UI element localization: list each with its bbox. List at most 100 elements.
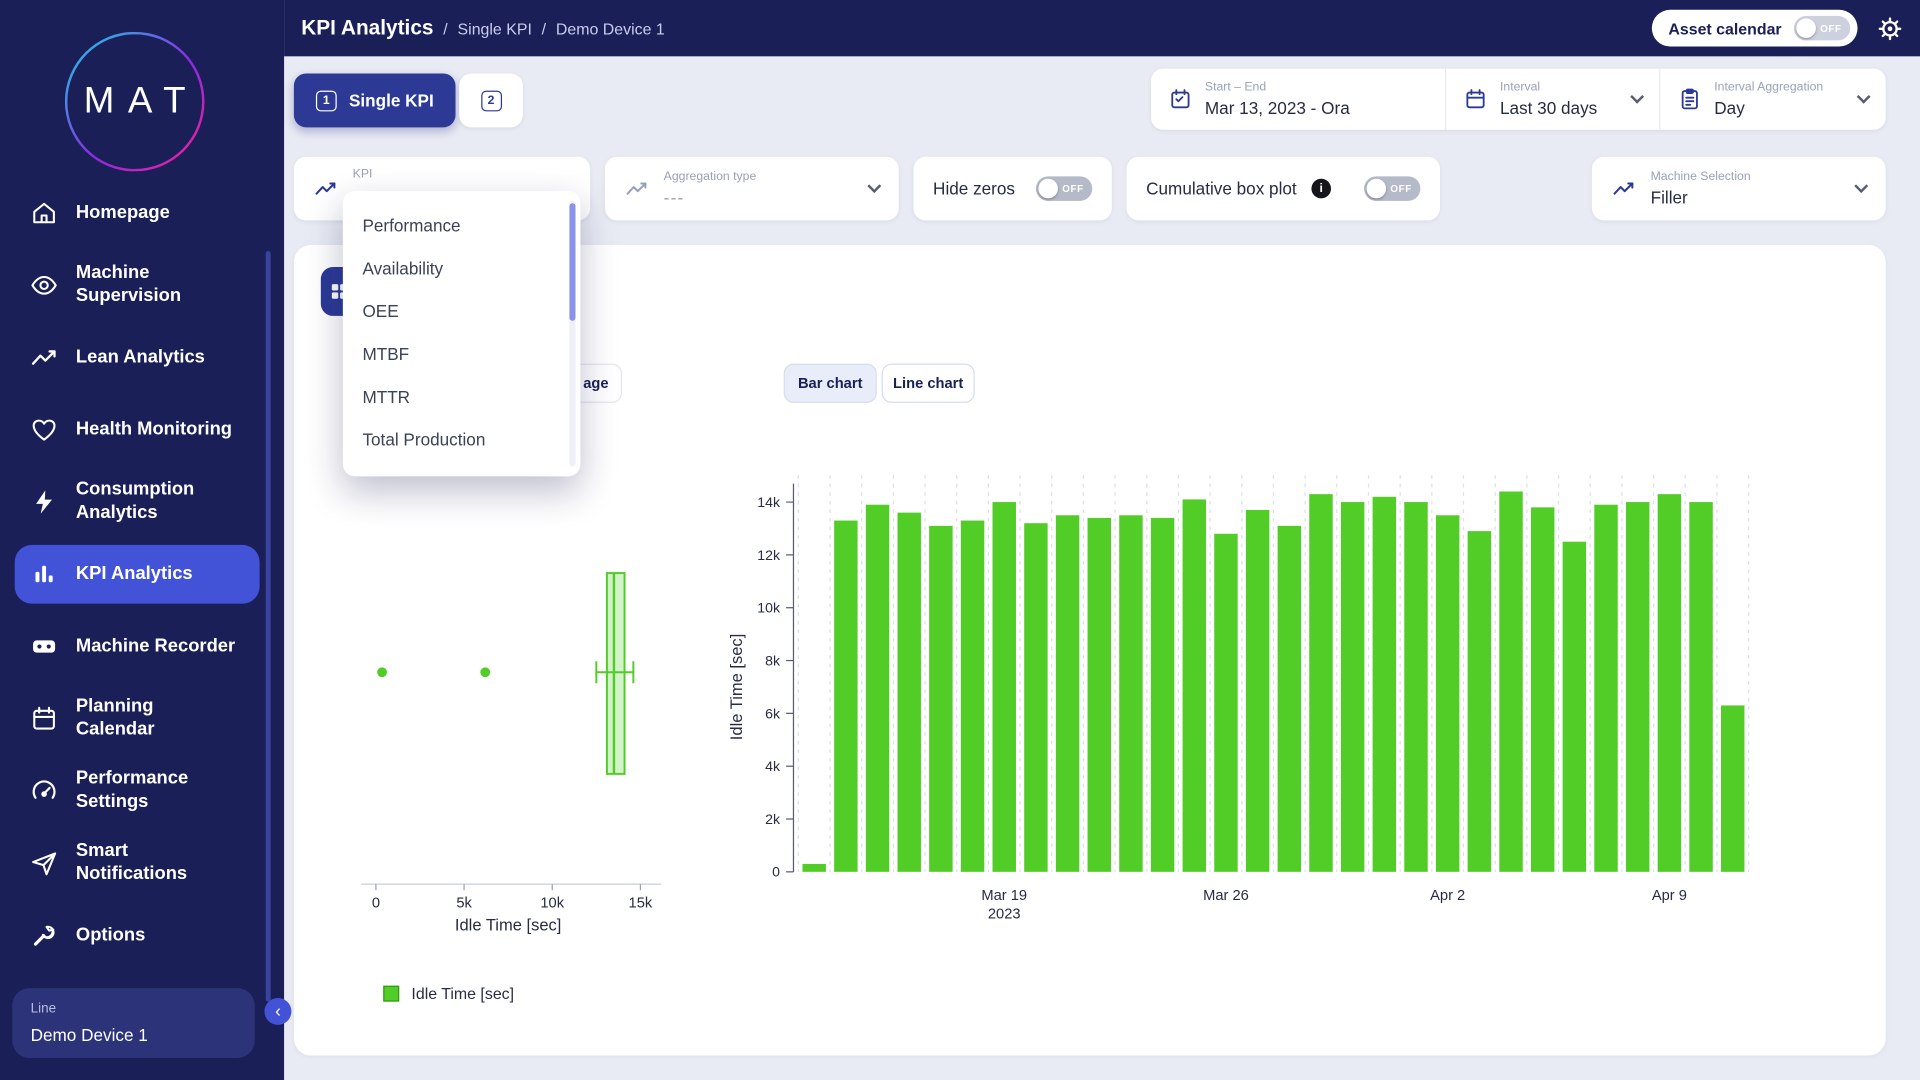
cumulative-label: Cumulative box plot	[1146, 179, 1297, 199]
kpi-option-mtbf[interactable]: MTBF	[343, 332, 581, 375]
sidebar-item-label: Planning Calendar	[76, 696, 206, 742]
calendar-icon	[1463, 87, 1487, 111]
sidebar-item-label: Smart Notifications	[76, 840, 206, 886]
eye-icon	[29, 271, 58, 300]
single-kpi-button[interactable]: 1 Single KPI	[294, 73, 456, 127]
sidebar-item-label: KPI Analytics	[76, 563, 193, 586]
sidebar-item-machine-recorder[interactable]: Machine Recorder	[15, 617, 260, 676]
svg-text:14k: 14k	[757, 494, 781, 510]
sidebar-item-options[interactable]: Options	[15, 906, 260, 965]
svg-text:Idle Time [sec]: Idle Time [sec]	[727, 634, 746, 740]
dropdown-scrollbar-thumb[interactable]	[569, 203, 575, 321]
svg-text:15k: 15k	[629, 895, 653, 911]
aggregation-type-select[interactable]: Aggregation type ---	[605, 157, 899, 221]
svg-text:Apr 2: Apr 2	[1430, 888, 1465, 904]
sidebar-item-consumption-analytics[interactable]: Consumption Analytics	[15, 473, 260, 532]
machine-selection-label: Machine Selection	[1651, 170, 1751, 183]
device-name: Demo Device 1	[31, 1025, 237, 1045]
calendar-icon	[1168, 87, 1192, 111]
interval-aggregation-select[interactable]: Interval Aggregation Day	[1659, 69, 1886, 130]
asset-calendar-pill[interactable]: Asset calendar OFF	[1651, 10, 1857, 47]
svg-text:6k: 6k	[765, 705, 781, 721]
toggle-knob	[1796, 18, 1816, 38]
breadcrumb-separator: /	[542, 19, 546, 37]
sidebar-nav: Homepage Machine Supervision Lean Analyt…	[15, 184, 260, 965]
cumulative-box-plot-control: Cumulative box plot i OFF	[1127, 157, 1440, 221]
svg-text:2k: 2k	[765, 811, 781, 827]
chevron-down-icon	[1630, 90, 1644, 104]
interval-select[interactable]: Interval Last 30 days	[1445, 69, 1659, 130]
kpi-option-availability[interactable]: Availability	[343, 246, 581, 289]
svg-text:0: 0	[772, 864, 780, 880]
multi-kpi-button[interactable]: 2	[459, 73, 523, 127]
sidebar-scrollbar[interactable]	[266, 251, 271, 1002]
interval-label: Interval	[1500, 81, 1597, 94]
kpi-option-total-production[interactable]: Total Production	[343, 418, 581, 461]
charts-canvas: 05k10k15kIdle Time [sec]02k4k6k8k10k12k1…	[294, 429, 1886, 1005]
interval-value: Last 30 days	[1500, 98, 1597, 118]
hide-zeros-toggle[interactable]: OFF	[1036, 176, 1092, 200]
hide-zeros-control: Hide zeros OFF	[913, 157, 1111, 221]
sidebar-item-label: Health Monitoring	[76, 418, 232, 441]
brand-logo: MAT	[65, 32, 205, 172]
svg-text:10k: 10k	[540, 895, 564, 911]
sidebar-item-kpi-analytics[interactable]: KPI Analytics	[15, 545, 260, 604]
sidebar-item-smart-notifications[interactable]: Smart Notifications	[15, 834, 260, 893]
svg-text:2023: 2023	[988, 906, 1021, 922]
svg-text:Apr 9: Apr 9	[1652, 888, 1687, 904]
chevron-down-icon	[867, 179, 881, 193]
kpi-option-performance[interactable]: Performance	[343, 203, 581, 246]
svg-text:12k: 12k	[757, 547, 781, 563]
bar-chart-button[interactable]: Bar chart	[784, 364, 877, 403]
kpi-label: KPI	[353, 168, 373, 181]
trend-icon	[313, 176, 337, 200]
chart-legend: Idle Time [sec]	[383, 984, 514, 1002]
calendar-icon	[29, 704, 58, 733]
topbar-right: Asset calendar OFF	[1651, 10, 1903, 47]
trend-icon	[29, 343, 58, 372]
dropdown-scrollbar[interactable]	[569, 201, 575, 467]
gear-icon[interactable]	[1877, 15, 1903, 41]
bar-chart-icon	[29, 560, 58, 589]
multi-kpi-icon: 2	[481, 90, 502, 111]
sidebar: MAT Homepage Machine Supervision Lean An…	[0, 0, 284, 1080]
sidebar-item-lean-analytics[interactable]: Lean Analytics	[15, 328, 260, 387]
aggregation-type-label: Aggregation type	[664, 170, 757, 183]
sidebar-collapse-button[interactable]	[264, 998, 291, 1025]
breadcrumb-separator: /	[443, 19, 447, 37]
sidebar-item-homepage[interactable]: Homepage	[15, 184, 260, 243]
breadcrumb-device: Demo Device 1	[556, 19, 665, 37]
sidebar-item-label: Machine Supervision	[76, 262, 206, 308]
sidebar-item-machine-supervision[interactable]: Machine Supervision	[15, 256, 260, 315]
interval-aggregation-value: Day	[1714, 98, 1823, 118]
interval-aggregation-label: Interval Aggregation	[1714, 81, 1823, 94]
date-range-picker[interactable]: Start – End Mar 13, 2023 - Ora	[1151, 69, 1445, 130]
sidebar-item-planning-calendar[interactable]: Planning Calendar	[15, 689, 260, 748]
single-kpi-label: Single KPI	[349, 91, 434, 111]
svg-text:5k: 5k	[456, 895, 472, 911]
start-end-label: Start – End	[1205, 81, 1350, 94]
sidebar-item-label: Performance Settings	[76, 768, 206, 814]
asset-calendar-toggle[interactable]: OFF	[1794, 16, 1850, 40]
svg-text:Idle Time [sec]: Idle Time [sec]	[455, 916, 561, 935]
sidebar-item-health-monitoring[interactable]: Health Monitoring	[15, 400, 260, 459]
machine-selection-select[interactable]: Machine Selection Filler	[1592, 157, 1886, 221]
machine-selection-value: Filler	[1651, 187, 1751, 207]
kpi-dropdown-menu: Performance Availability OEE MTBF MTTR T…	[343, 191, 581, 476]
brand-logo-text: MAT	[70, 81, 199, 123]
send-icon	[29, 849, 58, 878]
sidebar-item-performance-settings[interactable]: Performance Settings	[15, 762, 260, 821]
kpi-option-mttr[interactable]: MTTR	[343, 375, 581, 418]
sidebar-item-label: Options	[76, 924, 145, 947]
device-card[interactable]: Line Demo Device 1	[12, 988, 254, 1058]
trend-icon	[624, 176, 648, 200]
info-icon[interactable]: i	[1311, 179, 1331, 199]
device-type-label: Line	[31, 1002, 237, 1017]
legend-label: Idle Time [sec]	[411, 984, 514, 1002]
toggle-knob	[1367, 179, 1387, 199]
cumulative-toggle[interactable]: OFF	[1364, 176, 1420, 200]
kpi-option-oee[interactable]: OEE	[343, 289, 581, 332]
sidebar-item-label: Lean Analytics	[76, 346, 205, 369]
line-chart-button[interactable]: Line chart	[882, 364, 975, 403]
clipboard-icon	[1678, 87, 1702, 111]
